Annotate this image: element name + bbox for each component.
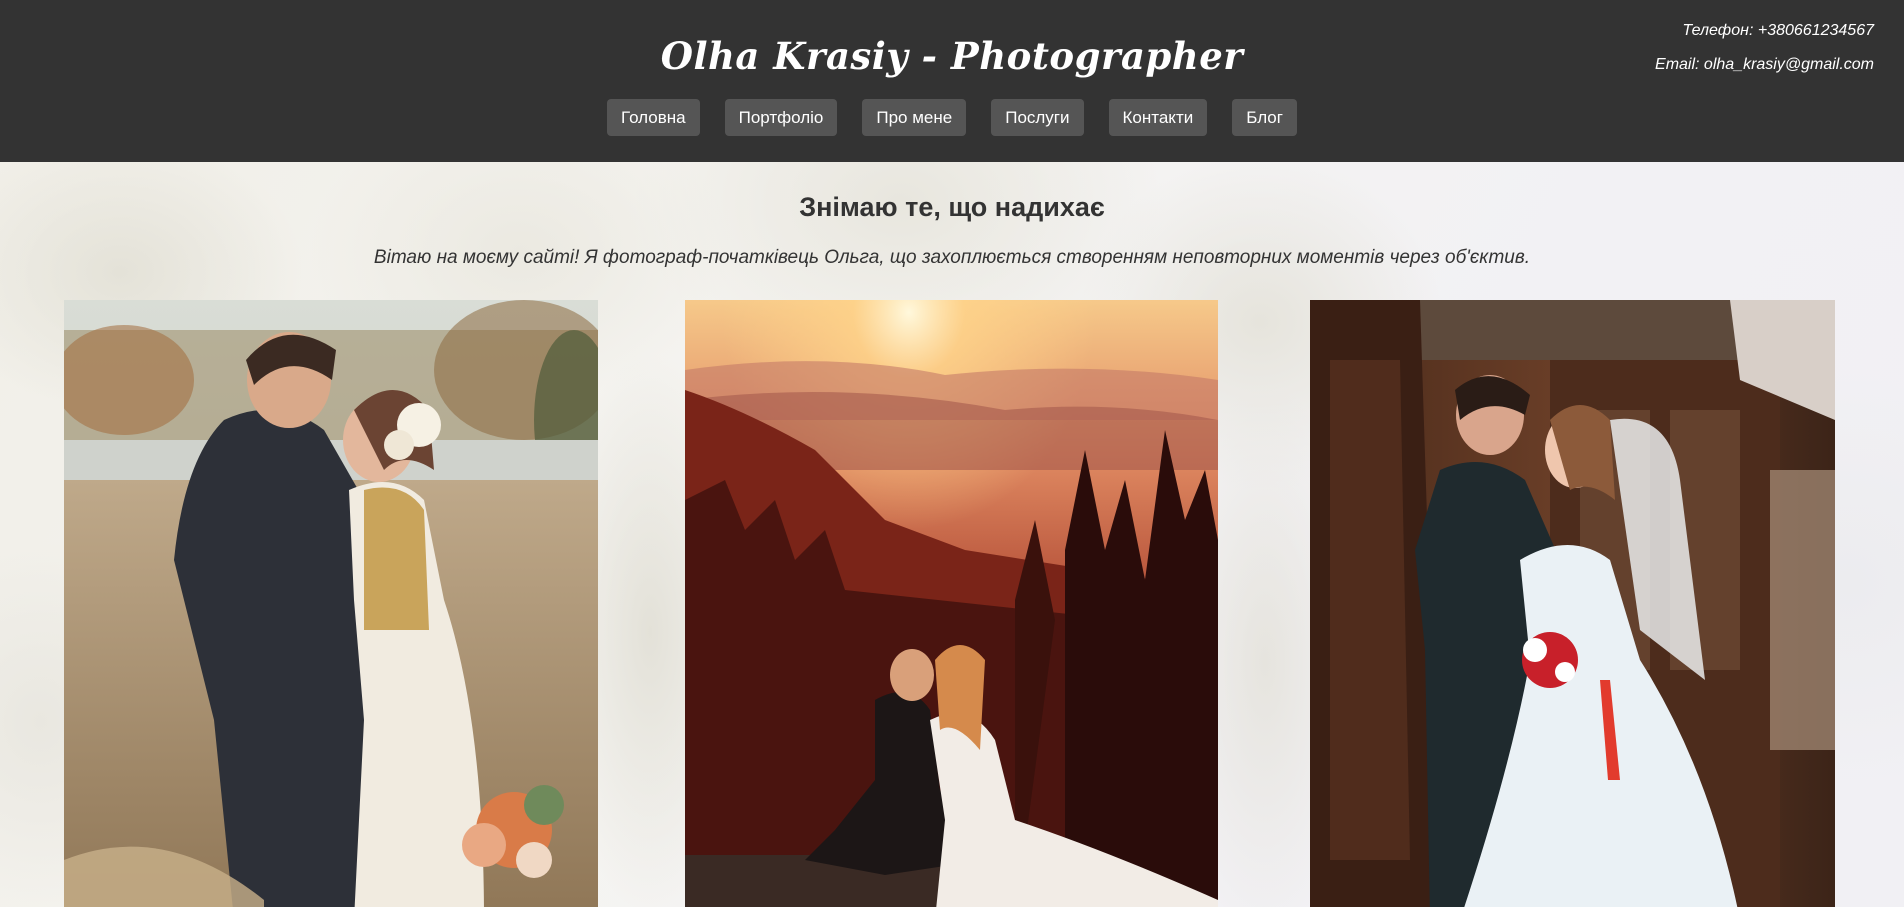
gallery-photo-autumn-couple[interactable] xyxy=(64,300,598,907)
site-title: Olha Krasiy - Photographer xyxy=(660,34,1244,78)
contact-phone: Телефон: +380661234567 xyxy=(1682,22,1874,39)
page-heading: Знімаю те, що надихає xyxy=(799,192,1105,222)
gallery-photo-bride-groom-door[interactable] xyxy=(1310,300,1835,907)
contact-email: Email: olha_krasiy@gmail.com xyxy=(1655,56,1874,73)
nav-item-contacts[interactable]: Контакти xyxy=(1108,99,1208,136)
nav-item-portfolio[interactable]: Портфоліо xyxy=(724,99,838,136)
nav-item-blog[interactable]: Блог xyxy=(1232,99,1297,136)
nav-item-services[interactable]: Послуги xyxy=(991,99,1084,136)
main-nav: Головна Портфоліо Про мене Послуги Конта… xyxy=(0,99,1904,136)
intro-text: Вітаю на моєму сайті! Я фотограф-початкі… xyxy=(373,247,1531,268)
nav-item-home[interactable]: Головна xyxy=(607,99,700,136)
hero-section: Знімаю те, що надихає Вітаю на моєму сай… xyxy=(0,162,1904,907)
photo-bride-groom-door-image xyxy=(1310,300,1835,907)
contact-info: Телефон: +380661234567 Email: olha_krasi… xyxy=(1655,14,1874,82)
gallery-photo-sunset-couple[interactable] xyxy=(685,300,1218,907)
nav-item-about[interactable]: Про мене xyxy=(862,99,967,136)
photo-sunset-couple-image xyxy=(685,300,1218,907)
photo-autumn-couple-image xyxy=(64,300,598,907)
site-header: Olha Krasiy - Photographer Телефон: +380… xyxy=(0,0,1904,162)
